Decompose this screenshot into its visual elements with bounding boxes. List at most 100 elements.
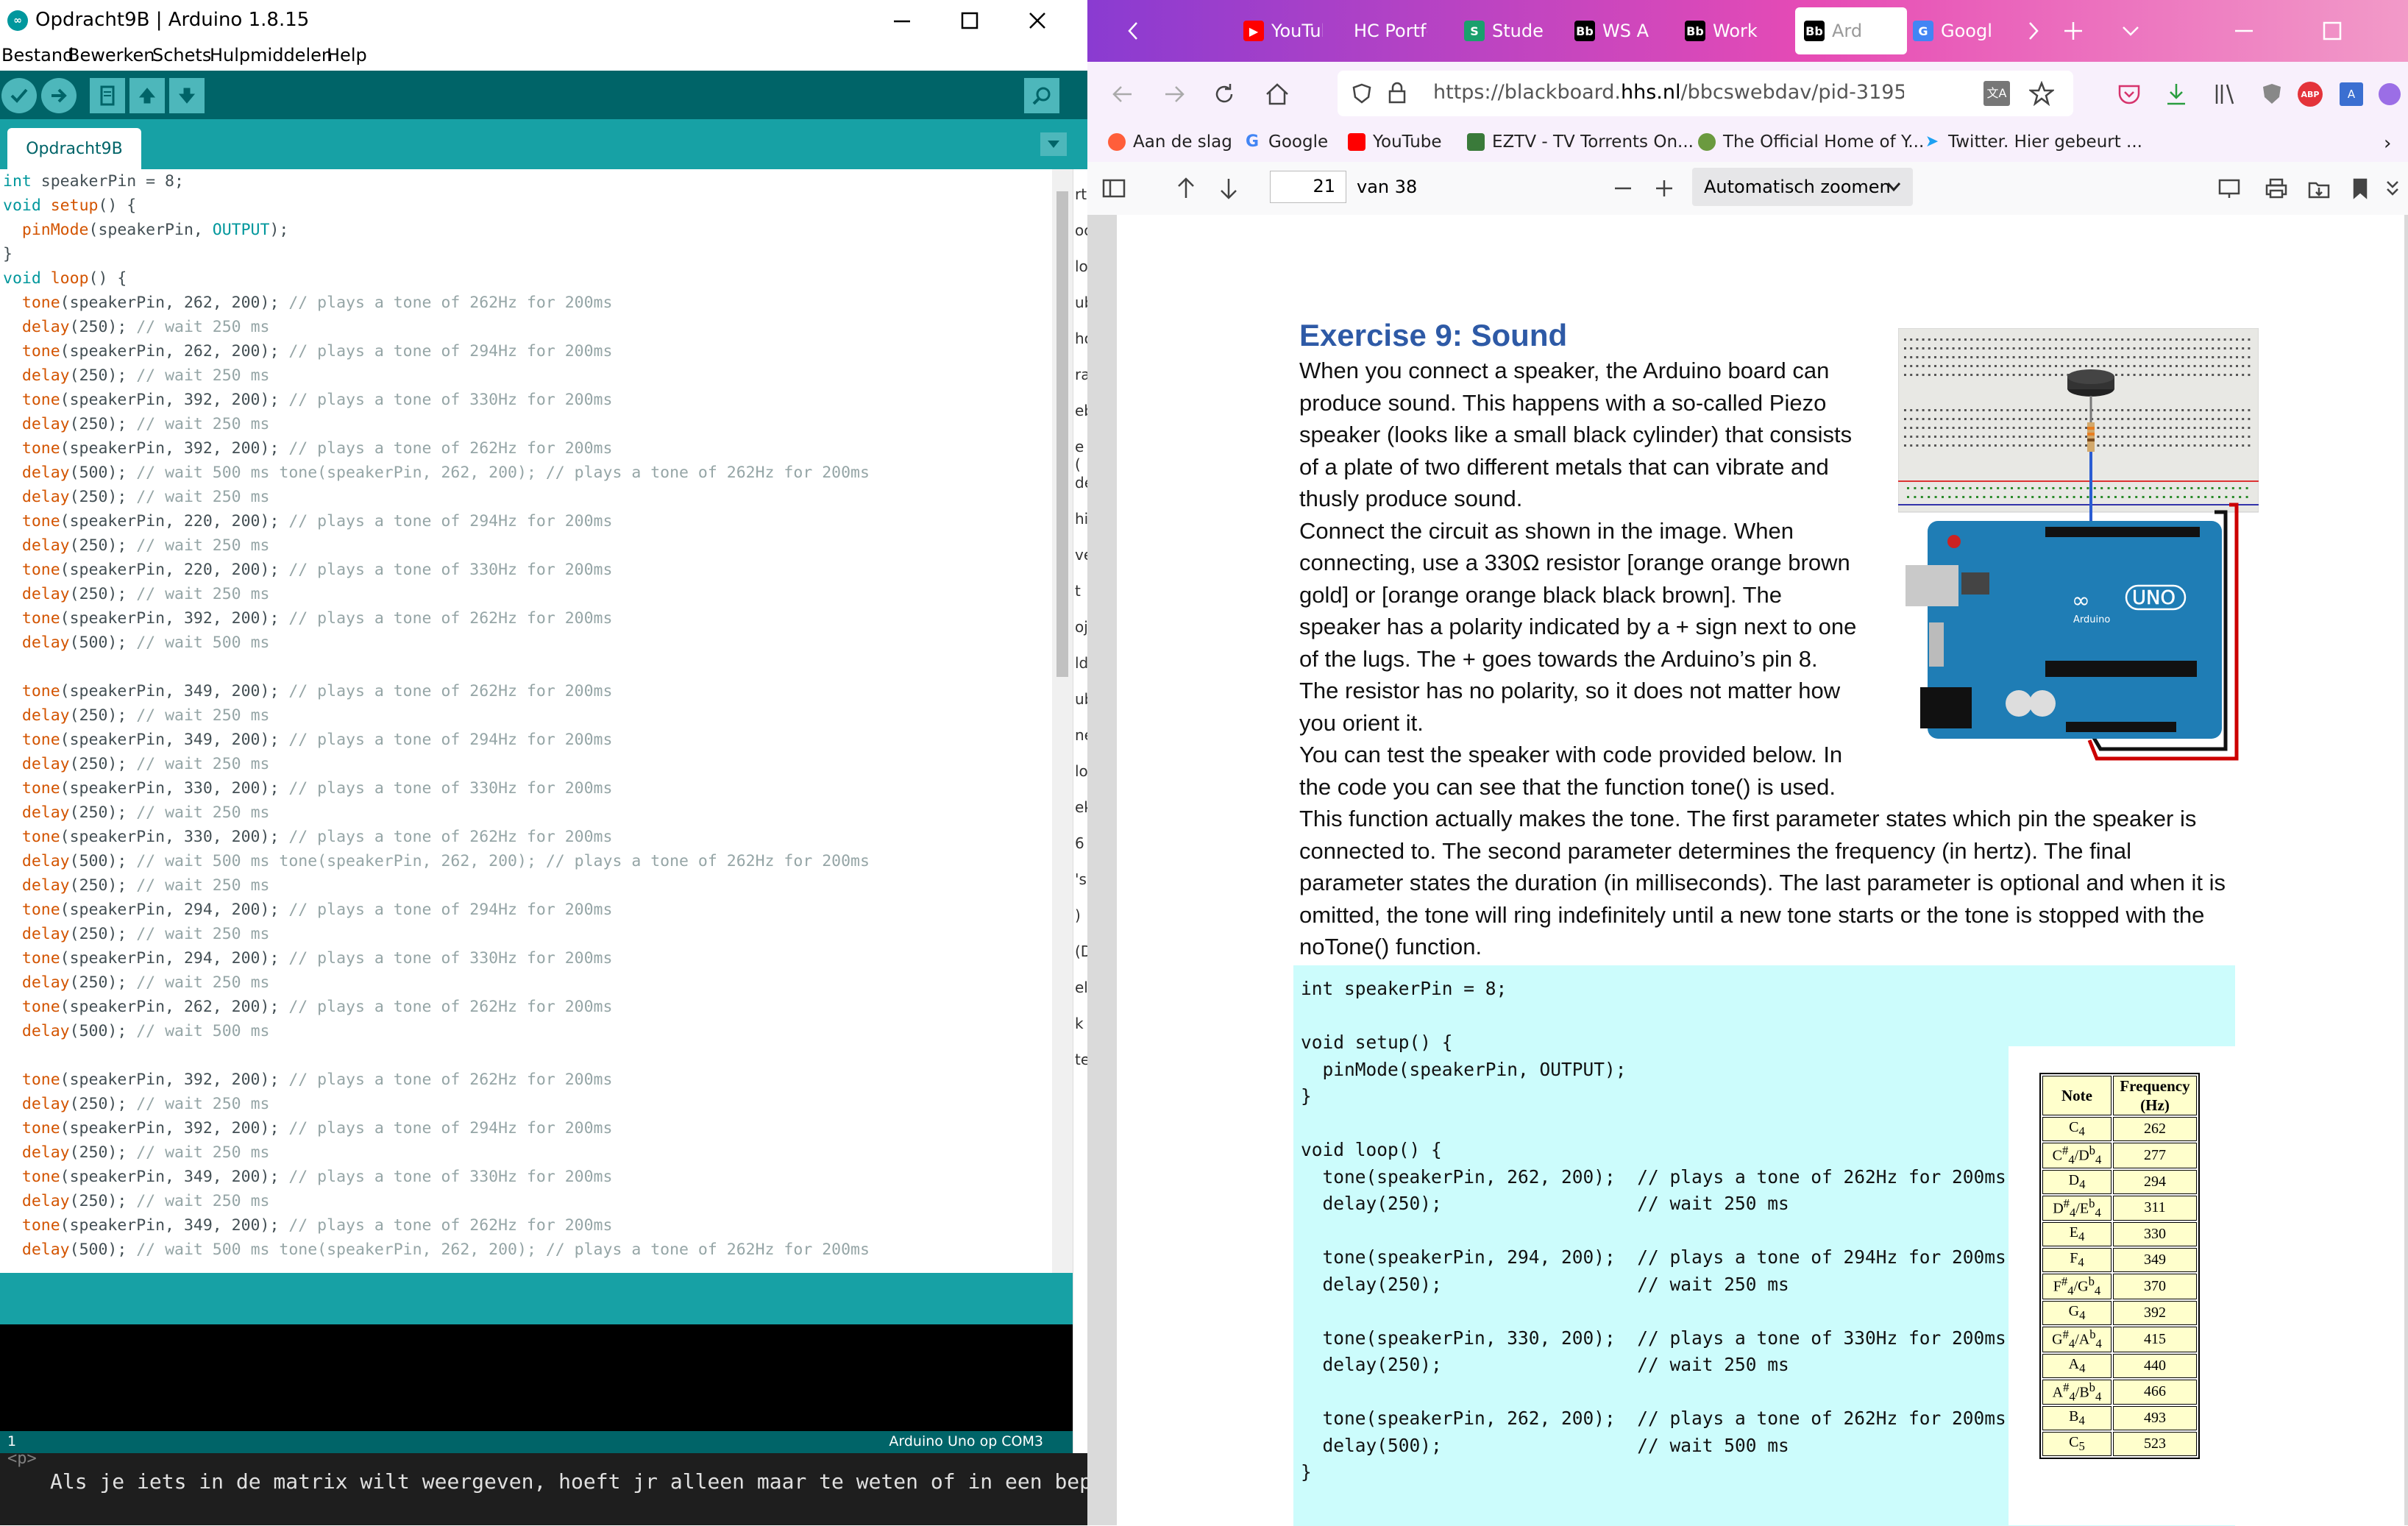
arduino-logo-icon: ∞ bbox=[7, 10, 28, 31]
tab-menu-button[interactable] bbox=[1040, 132, 1067, 156]
zoom-in-button[interactable] bbox=[1648, 172, 1680, 205]
background-window-edge: rt oc lo ub ho ra eb e (de hi ve t oje ld ub ne lo ek 6 's… bbox=[1073, 169, 1088, 1453]
tab-ws-a[interactable]: Bb WS A bbox=[1574, 7, 1654, 54]
tab-scroll-left-button[interactable] bbox=[1117, 15, 1149, 47]
new-tab-button[interactable] bbox=[2057, 15, 2089, 47]
download-icon bbox=[2167, 84, 2185, 105]
tab-work[interactable]: Bb Work bbox=[1685, 7, 1764, 54]
bookmark-google[interactable]: G Google bbox=[1243, 132, 1328, 152]
code-editor[interactable]: int speakerPin = 8; void setup() { pinMod… bbox=[0, 169, 1052, 1273]
background-text-fragment: ne bbox=[1075, 726, 1088, 744]
sidebar-icon bbox=[1102, 179, 1126, 198]
pocket-button[interactable] bbox=[2113, 78, 2145, 110]
editor-scrollbar[interactable] bbox=[1052, 169, 1073, 1273]
bookmarks-bar: Aan de slag G Google YouTube EZTV - TV To… bbox=[1087, 125, 2408, 163]
blackboard-icon: Bb bbox=[1685, 21, 1705, 41]
tab-students[interactable]: SStudents bbox=[1464, 7, 1544, 54]
new-sketch-button[interactable] bbox=[90, 78, 125, 113]
bookmark-youtube[interactable]: YouTube bbox=[1348, 132, 1442, 152]
note-cell: C5 bbox=[2042, 1432, 2112, 1457]
zoom-out-button[interactable] bbox=[1607, 172, 1639, 205]
adblock-button[interactable]: ABP bbox=[2294, 78, 2326, 110]
menu-help[interactable]: Help bbox=[327, 45, 367, 65]
frequency-cell: 392 bbox=[2113, 1300, 2197, 1325]
background-text-fragment: ho bbox=[1075, 330, 1088, 347]
bookmark-aan-de-slag[interactable]: Aan de slag bbox=[1108, 132, 1232, 152]
home-button[interactable] bbox=[1261, 78, 1293, 110]
frequency-cell: 277 bbox=[2113, 1143, 2197, 1168]
menu-bestand[interactable]: Bestand bbox=[1, 45, 74, 65]
tab-arduino-active[interactable]: Bb Ard bbox=[1795, 7, 1907, 54]
tab-google[interactable]: GGoogle bbox=[1913, 7, 1992, 54]
menu-bewerken[interactable]: Bewerken bbox=[68, 45, 155, 65]
url-text[interactable]: https://blackboard.hhs.nl/bbcswebdav/pid… bbox=[1433, 81, 1904, 104]
firefox-icon bbox=[1108, 133, 1126, 151]
library-button[interactable] bbox=[2209, 78, 2241, 110]
chevron-down-icon bbox=[1886, 182, 1901, 192]
arrow-right-icon bbox=[1165, 86, 1185, 102]
ff-maximize-button[interactable] bbox=[2316, 15, 2348, 47]
forward-button[interactable] bbox=[1158, 78, 1190, 110]
save-pdf-button[interactable] bbox=[2303, 172, 2335, 205]
frequency-cell: 294 bbox=[2113, 1169, 2197, 1194]
note-cell: F4 bbox=[2042, 1248, 2112, 1273]
sidebar-toggle-button[interactable] bbox=[1098, 172, 1130, 205]
background-text-fragment: 's bbox=[1075, 870, 1087, 888]
paragraph-line: connected to. The second parameter deter… bbox=[1299, 837, 2131, 864]
code-line: tone(speakerPin, 262, 200); // plays a t… bbox=[21, 998, 613, 1016]
translate-extension-button[interactable]: A bbox=[2335, 78, 2368, 110]
scrollbar-thumb[interactable] bbox=[1056, 191, 1068, 677]
presentation-mode-button[interactable] bbox=[2213, 172, 2245, 205]
bookmark-eztv[interactable]: EZTV - TV Torrents On... bbox=[1467, 132, 1694, 152]
downloads-button[interactable] bbox=[2160, 78, 2192, 110]
bookmark-official-home[interactable]: The Official Home of Y... bbox=[1698, 132, 1924, 152]
table-row: B4 493 bbox=[2042, 1406, 2197, 1431]
close-icon bbox=[1029, 13, 1045, 29]
background-text-fragment: hi bbox=[1075, 510, 1088, 528]
open-sketch-button[interactable] bbox=[129, 78, 165, 113]
minimize-button[interactable] bbox=[868, 0, 936, 41]
pdf-viewer-area[interactable]: Exercise 9: Sound When you connect a spe… bbox=[1087, 215, 2408, 1526]
tab-opdracht9b[interactable]: Opdracht9B bbox=[7, 128, 141, 169]
print-button[interactable] bbox=[2260, 172, 2292, 205]
tab-youtube[interactable]: ▶YouTube bbox=[1243, 7, 1323, 54]
tab-hc-portfolio[interactable]: HC Portfolio bbox=[1354, 7, 1427, 54]
menu-schets[interactable]: Schets bbox=[152, 45, 211, 65]
arrow-left-icon bbox=[1112, 86, 1132, 102]
tools-menu-button[interactable] bbox=[2376, 172, 2408, 205]
save-sketch-button[interactable] bbox=[169, 78, 205, 113]
reload-button[interactable] bbox=[1208, 78, 1240, 110]
serial-monitor-button[interactable] bbox=[1024, 78, 1059, 113]
zoom-select[interactable]: Automatisch zoomen bbox=[1692, 168, 1913, 206]
background-text-fragment: ) bbox=[1075, 906, 1081, 924]
code-line: delay(250); // wait 250 ms bbox=[21, 488, 270, 506]
page-number-input[interactable]: 21 bbox=[1270, 171, 1346, 203]
bookmarks-overflow-button[interactable]: › bbox=[2384, 132, 2391, 155]
bookmark-page-button[interactable] bbox=[2344, 172, 2376, 205]
previous-page-button[interactable] bbox=[1170, 172, 1202, 205]
code-text[interactable]: int speakerPin = 8; void setup() { pinMod… bbox=[3, 169, 870, 1262]
url-bar[interactable]: https://blackboard.hhs.nl/bbcswebdav/pid… bbox=[1338, 71, 2073, 116]
close-button[interactable] bbox=[1004, 0, 1071, 41]
paragraph-line: Connect the circuit as shown in the imag… bbox=[1299, 517, 1794, 544]
upload-button[interactable] bbox=[41, 78, 77, 113]
verify-button[interactable] bbox=[1, 78, 37, 113]
translate-icon[interactable]: 文A bbox=[1983, 81, 2010, 106]
background-text-fragment: ld bbox=[1075, 654, 1088, 672]
html-tag-text: <p> bbox=[7, 1449, 37, 1468]
extension-button[interactable] bbox=[2373, 78, 2406, 110]
board-port-status: Arduino Uno op COM3 bbox=[889, 1433, 1043, 1449]
ff-minimize-button[interactable] bbox=[2228, 15, 2260, 47]
next-page-button[interactable] bbox=[1212, 172, 1245, 205]
privacy-extension-button[interactable] bbox=[2256, 78, 2288, 110]
back-button[interactable] bbox=[1107, 78, 1139, 110]
menu-hulpmiddelen[interactable]: Hulpmiddelen bbox=[210, 45, 333, 65]
tab-list-button[interactable] bbox=[2114, 15, 2147, 47]
adblock-icon: ABP bbox=[2298, 82, 2323, 107]
tab-scroll-right-button[interactable] bbox=[2017, 15, 2050, 47]
navigation-toolbar: https://blackboard.hhs.nl/bbcswebdav/pid… bbox=[1087, 62, 2408, 125]
note-cell: G4 bbox=[2042, 1300, 2112, 1325]
table-row: G4 392 bbox=[2042, 1300, 2197, 1325]
bookmark-twitter[interactable]: ➤ Twitter. Hier gebeurt ... bbox=[1923, 132, 2142, 152]
maximize-button[interactable] bbox=[936, 0, 1004, 41]
